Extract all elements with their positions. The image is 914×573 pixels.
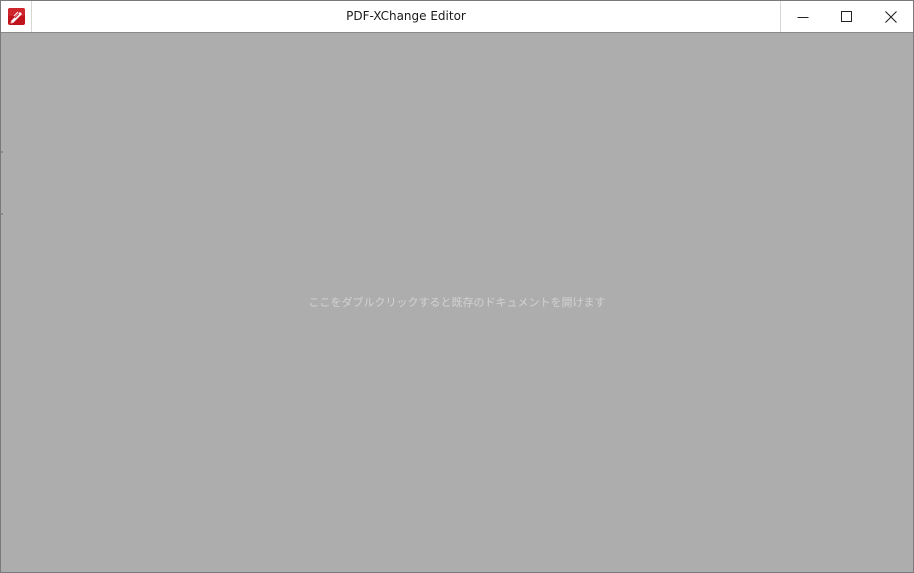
open-document-hint: ここをダブルクリックすると既存のドキュメントを開けます (308, 296, 606, 309)
pdf-xchange-app-icon (7, 8, 25, 25)
maximize-button[interactable] (825, 1, 869, 32)
window-controls (780, 1, 913, 32)
title-bar[interactable]: PDF-XChange Editor (1, 1, 913, 33)
window-title: PDF-XChange Editor (346, 9, 466, 23)
left-edge-mark (1, 151, 3, 153)
document-workspace[interactable]: ここをダブルクリックすると既存のドキュメントを開けます (1, 33, 913, 572)
close-icon (885, 10, 897, 23)
system-menu-button[interactable] (1, 1, 32, 32)
close-button[interactable] (869, 1, 913, 32)
maximize-icon (841, 10, 852, 22)
app-window: PDF-XChange Editor ここをダブルクリックすると既存のドキュメン… (0, 0, 914, 573)
left-edge-mark (1, 213, 3, 215)
minimize-button[interactable] (781, 1, 825, 32)
minimize-icon (797, 16, 809, 18)
